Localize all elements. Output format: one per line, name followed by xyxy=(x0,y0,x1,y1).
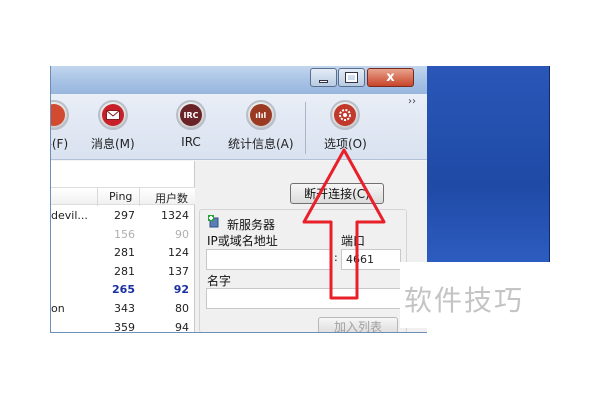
server-name: devil... xyxy=(51,209,88,222)
port-separator: : xyxy=(334,251,338,264)
toolbar-irc[interactable]: IRC IRC xyxy=(176,100,206,149)
toolbar-options[interactable]: 选项(O) xyxy=(324,100,367,152)
add-server-icon xyxy=(208,215,219,228)
server-ping: 297 xyxy=(114,209,135,222)
server-ping: 156 xyxy=(114,227,135,241)
toolbar-statistics[interactable]: ılıl 统计信息(A) xyxy=(228,100,294,152)
toolbar-irc-label: IRC xyxy=(181,135,201,149)
file-icon xyxy=(51,100,69,130)
server-name: on xyxy=(51,302,65,315)
server-users: 92 xyxy=(173,283,189,297)
server-users: 94 xyxy=(175,320,189,333)
envelope-icon xyxy=(97,100,128,130)
gear-icon xyxy=(330,100,361,130)
title-bar[interactable]: x xyxy=(51,66,427,94)
minimize-icon xyxy=(319,79,328,83)
new-server-title: 新服务器 xyxy=(227,218,276,232)
toolbar-options-label: 选项(O) xyxy=(324,137,367,151)
server-ping: 281 xyxy=(114,264,135,278)
server-ping: 265 xyxy=(112,283,135,297)
close-icon: x xyxy=(386,70,395,85)
server-row[interactable]: 359 94 xyxy=(51,320,195,333)
name-input[interactable] xyxy=(206,288,402,309)
toolbar-file[interactable]: 件(F) xyxy=(51,100,69,152)
column-separator xyxy=(97,188,98,206)
ip-label: IP或域名地址 xyxy=(207,234,278,248)
server-row[interactable]: 281 137 xyxy=(51,265,195,283)
toolbar-statistics-label: 统计信息(A) xyxy=(228,137,294,151)
server-row[interactable]: on 343 80 xyxy=(51,302,195,320)
name-label: 名字 xyxy=(207,274,232,288)
server-list[interactable]: Ping 用户数 devil... 297 1324 156 90 281 124 281 13… xyxy=(51,161,195,333)
port-label: 端口 xyxy=(341,234,366,248)
server-detail-panel: 断开连接(C) 新服务器 IP或域名地址 端口 : 4661 名字 加入列表 xyxy=(196,161,427,332)
toolbar-messages-label: 消息(M) xyxy=(91,137,135,151)
server-users: 90 xyxy=(175,227,189,241)
server-row[interactable]: 265 92 xyxy=(51,283,195,301)
server-list-header: Ping 用户数 xyxy=(51,187,195,206)
ip-input[interactable] xyxy=(206,249,332,270)
desktop-background xyxy=(426,66,550,262)
server-ping: 343 xyxy=(114,302,135,315)
irc-icon: IRC xyxy=(176,100,206,130)
toolbar-messages[interactable]: 消息(M) xyxy=(91,100,135,152)
port-input[interactable]: 4661 xyxy=(341,249,401,270)
watermark-text: 软件技巧 xyxy=(404,284,525,317)
server-row[interactable]: 156 90 xyxy=(51,228,195,246)
close-button[interactable]: x xyxy=(367,68,414,87)
servers-view: Ping 用户数 devil... 297 1324 156 90 281 124 281 13… xyxy=(51,161,427,333)
server-row[interactable]: devil... 297 1324 xyxy=(51,209,195,227)
chart-icon: ılıl xyxy=(245,100,276,130)
maximize-button[interactable] xyxy=(338,68,365,87)
desktop-edge xyxy=(549,66,550,262)
emule-window: x 件(F) 消息(M) IRC IRC ılıl 统计信息 xyxy=(50,66,427,333)
column-ping[interactable]: Ping xyxy=(109,190,132,203)
disconnect-button[interactable]: 断开连接(C) xyxy=(290,183,384,204)
screenshot: x 件(F) 消息(M) IRC IRC ılıl 统计信息 xyxy=(0,0,600,400)
server-users: 124 xyxy=(168,246,189,260)
toolbar-overflow-chevron[interactable]: ›› xyxy=(408,96,416,107)
toolbar-file-label: 件(F) xyxy=(51,137,69,151)
server-users: 137 xyxy=(168,264,189,278)
maximize-icon xyxy=(345,72,358,83)
server-row[interactable]: 281 124 xyxy=(51,246,195,264)
server-users: 80 xyxy=(175,302,189,315)
column-users[interactable]: 用户数 xyxy=(155,190,188,206)
main-toolbar: 件(F) 消息(M) IRC IRC ılıl 统计信息(A) xyxy=(51,94,427,160)
toolbar-separator xyxy=(305,102,306,154)
column-separator xyxy=(139,188,140,206)
add-to-list-button[interactable]: 加入列表 xyxy=(318,317,398,332)
server-ping: 359 xyxy=(114,320,135,333)
server-users: 1324 xyxy=(161,209,189,222)
server-ping: 281 xyxy=(114,246,135,260)
minimize-button[interactable] xyxy=(310,68,337,87)
